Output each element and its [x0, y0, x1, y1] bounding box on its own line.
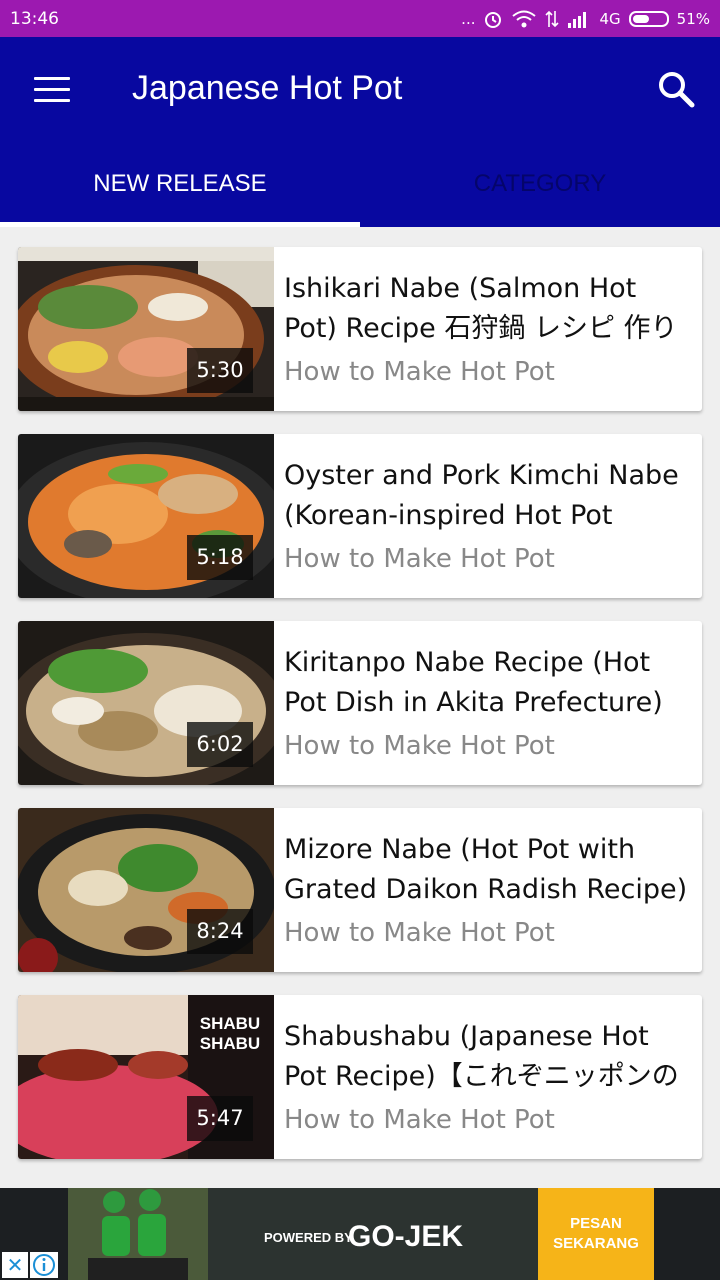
app-bar: Japanese Hot Pot NEW RELEASE CATEGORY: [0, 37, 720, 227]
video-thumbnail: 6:02: [18, 621, 274, 785]
video-card[interactable]: 5:18 Oyster and Pork Kimchi Nabe (Korean…: [18, 434, 702, 598]
video-title-line: Pot Dish in Akita Prefecture): [284, 687, 663, 718]
alarm-icon: [485, 11, 502, 28]
video-title-line: Pot Recipe)【これぞニッポンの: [284, 1061, 679, 1092]
video-title: Kiritanpo Nabe Recipe (Hot Pot Dish in A…: [284, 643, 696, 723]
ad-banner[interactable]: POWERED BY GO-JEK PESAN SEKARANG: [0, 1188, 720, 1280]
ad-close-icon[interactable]: ✕: [2, 1252, 28, 1278]
video-title: Mizore Nabe (Hot Pot with Grated Daikon …: [284, 830, 696, 910]
video-thumbnail: 5:30: [18, 247, 274, 411]
search-icon[interactable]: [656, 69, 696, 109]
video-title-line: Mizore Nabe (Hot Pot with: [284, 834, 636, 865]
notification-dots-icon: ...: [461, 9, 476, 28]
video-channel: How to Make Hot Pot: [284, 357, 555, 387]
video-title-line: Ishikari Nabe (Salmon Hot: [284, 273, 637, 304]
ad-creative[interactable]: POWERED BY GO-JEK PESAN SEKARANG: [68, 1188, 654, 1280]
video-duration: 6:02: [187, 722, 253, 767]
video-title-line: Pot) Recipe 石狩鍋 レシピ 作り: [284, 313, 678, 344]
video-thumbnail: SHABU SHABU 5:47: [18, 995, 274, 1159]
ad-powered-by: POWERED BY: [264, 1230, 353, 1245]
ad-image: [68, 1188, 208, 1280]
ad-info-icon[interactable]: [30, 1252, 58, 1278]
video-card[interactable]: 8:24 Mizore Nabe (Hot Pot with Grated Da…: [18, 808, 702, 972]
battery-percent: 51%: [676, 9, 710, 28]
ad-cta-line: SEKARANG: [553, 1235, 639, 1252]
thumbnail-caption: SHABU: [200, 1014, 260, 1033]
video-title: Ishikari Nabe (Salmon Hot Pot) Recipe 石狩…: [284, 269, 696, 349]
video-title-line: Kiritanpo Nabe Recipe (Hot: [284, 647, 651, 678]
status-icons: ... 4G 51%: [461, 9, 710, 29]
video-duration: 8:24: [187, 909, 253, 954]
video-channel: How to Make Hot Pot: [284, 1105, 555, 1135]
video-channel: How to Make Hot Pot: [284, 544, 555, 574]
tab-category[interactable]: CATEGORY: [360, 160, 720, 227]
video-title-line: Grated Daikon Radish Recipe): [284, 874, 688, 905]
video-card[interactable]: 6:02 Kiritanpo Nabe Recipe (Hot Pot Dish…: [18, 621, 702, 785]
video-channel: How to Make Hot Pot: [284, 731, 555, 761]
video-duration: 5:18: [187, 535, 253, 580]
thumbnail-caption: SHABU: [200, 1034, 260, 1053]
video-title: Shabushabu (Japanese Hot Pot Recipe)【これぞ…: [284, 1017, 696, 1097]
video-card[interactable]: 5:30 Ishikari Nabe (Salmon Hot Pot) Reci…: [18, 247, 702, 411]
signal-icon: [568, 11, 587, 28]
video-thumbnail: 8:24: [18, 808, 274, 972]
app-title: Japanese Hot Pot: [132, 69, 403, 107]
ad-cta-line: PESAN: [570, 1215, 622, 1232]
video-duration: 5:30: [187, 348, 253, 393]
video-title: Oyster and Pork Kimchi Nabe (Korean-insp…: [284, 456, 696, 536]
data-transfer-icon: [545, 10, 560, 27]
video-title-line: Oyster and Pork Kimchi Nabe: [284, 460, 679, 491]
video-thumbnail: 5:18: [18, 434, 274, 598]
wifi-icon: [512, 10, 537, 27]
video-title-line: Shabushabu (Japanese Hot: [284, 1021, 649, 1052]
status-time: 13:46: [10, 8, 59, 29]
status-bar: 13:46 ... 4G 51%: [0, 0, 720, 37]
tab-bar: NEW RELEASE CATEGORY: [0, 160, 720, 227]
ad-brand: GO-JEK: [348, 1220, 464, 1253]
video-duration: 5:47: [187, 1096, 253, 1141]
video-channel: How to Make Hot Pot: [284, 918, 555, 948]
ad-cta-button[interactable]: PESAN SEKARANG: [538, 1188, 654, 1280]
tab-new-release[interactable]: NEW RELEASE: [0, 160, 360, 227]
battery-fill: [632, 14, 649, 23]
video-card[interactable]: SHABU SHABU 5:47 Shabushabu (Japanese Ho…: [18, 995, 702, 1159]
battery-icon: [628, 10, 669, 27]
video-title-line: (Korean-inspired Hot Pot: [284, 500, 613, 531]
network-type: 4G: [599, 9, 621, 28]
hamburger-menu-icon[interactable]: [34, 77, 70, 105]
